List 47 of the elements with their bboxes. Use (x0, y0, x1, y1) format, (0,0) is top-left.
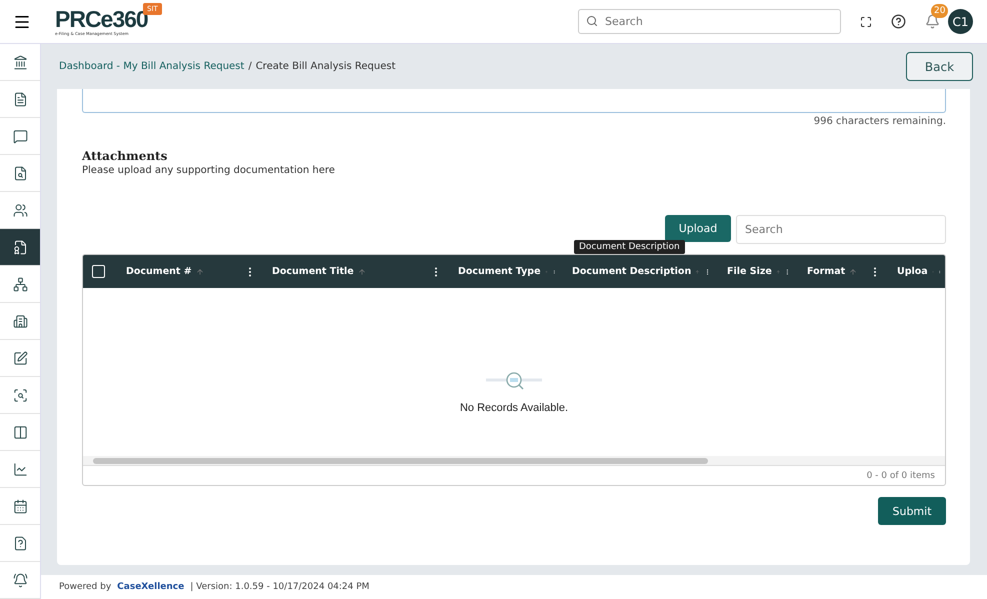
users-icon (12, 202, 28, 218)
pager-info: 0 - 0 of 0 items (866, 470, 935, 480)
column-header[interactable]: File Size (727, 266, 772, 277)
user-avatar[interactable]: C1 (948, 9, 973, 34)
help-icon[interactable] (891, 14, 906, 29)
breadcrumb-link[interactable]: Dashboard - My Bill Analysis Request (59, 61, 244, 72)
powered-by-label: Powered by (59, 582, 112, 592)
horizontal-scrollbar[interactable] (93, 458, 708, 464)
document-search-icon (12, 166, 28, 180)
chart-icon (12, 462, 28, 476)
back-button[interactable]: Back (906, 52, 973, 81)
section-subtitle: Please upload any supporting documentation here (82, 165, 335, 176)
submit-button[interactable]: Submit (878, 497, 946, 525)
upload-button[interactable]: Upload (665, 215, 731, 242)
sidebar-item[interactable] (0, 229, 40, 266)
text-box-icon (12, 350, 28, 366)
bell-icon[interactable] (925, 14, 940, 29)
breadcrumb-separator: / (248, 61, 252, 72)
search-icon (586, 15, 598, 27)
select-all-checkbox[interactable] (92, 265, 105, 278)
column-header[interactable]: Document Title (272, 266, 354, 277)
empty-message: No Records Available. (460, 402, 568, 414)
building-icon (12, 314, 28, 328)
fullscreen-icon[interactable] (860, 16, 872, 28)
section-title: Attachments (82, 149, 168, 163)
breadcrumb-current: Create Bill Analysis Request (256, 61, 396, 72)
scan-search-icon (12, 388, 28, 402)
question-document-icon (12, 536, 28, 550)
column-header[interactable]: Document Type (458, 266, 541, 277)
people-network-icon (12, 276, 28, 292)
search-field[interactable]: Search (578, 9, 841, 34)
bank-icon (12, 54, 28, 70)
calendar-icon (12, 498, 28, 514)
column-header[interactable]: Document # (126, 266, 192, 277)
column-header[interactable]: Uploa (897, 266, 928, 277)
book-icon (12, 424, 28, 440)
column-header[interactable]: Format (807, 266, 846, 277)
brand-logo: CaseXellence (117, 582, 184, 592)
bell-ringing-icon (12, 572, 28, 588)
table-search-field[interactable]: Search (736, 215, 946, 244)
notification-count: 20 (931, 4, 948, 18)
chat-icon (12, 128, 28, 144)
characters-remaining: 996 characters remaining. (814, 116, 946, 127)
document-icon (12, 92, 28, 106)
version-info: | Version: 1.0.59 - 10/17/2024 04:24 PM (190, 582, 370, 592)
column-header[interactable]: Document Description (572, 266, 692, 277)
tooltip: Document Description (574, 240, 685, 254)
